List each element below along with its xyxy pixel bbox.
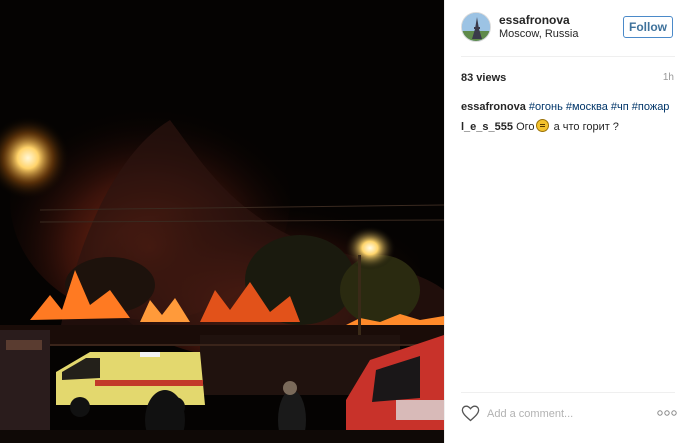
caption-username[interactable]: essafronova [461, 101, 526, 113]
hashtag-link[interactable]: #чп [611, 101, 629, 113]
heart-icon[interactable] [461, 405, 480, 422]
hashtag-link[interactable]: #пожар [632, 101, 670, 113]
post-location[interactable]: Moscow, Russia [499, 28, 578, 40]
follow-button[interactable]: Follow [623, 16, 673, 38]
grimacing-emoji-icon [535, 119, 549, 132]
comment-username[interactable]: l_e_s_555 [461, 121, 513, 133]
more-options-icon[interactable] [657, 409, 677, 417]
caption-and-comments: essafronova #огонь #москва #чп #пожар l_… [461, 100, 681, 135]
post-header: essafronova Moscow, Russia Follow [461, 12, 679, 44]
comment-text: а что горит ? [550, 121, 619, 133]
comment-item: l_e_s_555 Ого а что горит ? [461, 119, 681, 135]
post-side-panel: essafronova Moscow, Russia Follow 83 vie… [444, 0, 688, 443]
post-media-video[interactable] [0, 0, 444, 443]
caption-line: essafronova #огонь #москва #чп #пожар [461, 100, 681, 115]
comment-text: Ого [516, 121, 535, 133]
avatar-image [462, 13, 490, 41]
post-time[interactable]: 1h [663, 72, 674, 83]
fire-scene-image [0, 0, 444, 443]
hashtag-link[interactable]: #огонь [529, 101, 563, 113]
avatar[interactable] [461, 12, 491, 42]
comment-bar [461, 400, 679, 430]
instagram-post: essafronova Moscow, Russia Follow 83 vie… [0, 0, 688, 443]
divider [461, 56, 675, 57]
divider [461, 392, 675, 393]
view-count[interactable]: 83 views [461, 72, 506, 84]
hashtag-link[interactable]: #москва [566, 101, 608, 113]
post-author-username[interactable]: essafronova [499, 13, 570, 27]
add-comment-input[interactable] [487, 406, 637, 422]
